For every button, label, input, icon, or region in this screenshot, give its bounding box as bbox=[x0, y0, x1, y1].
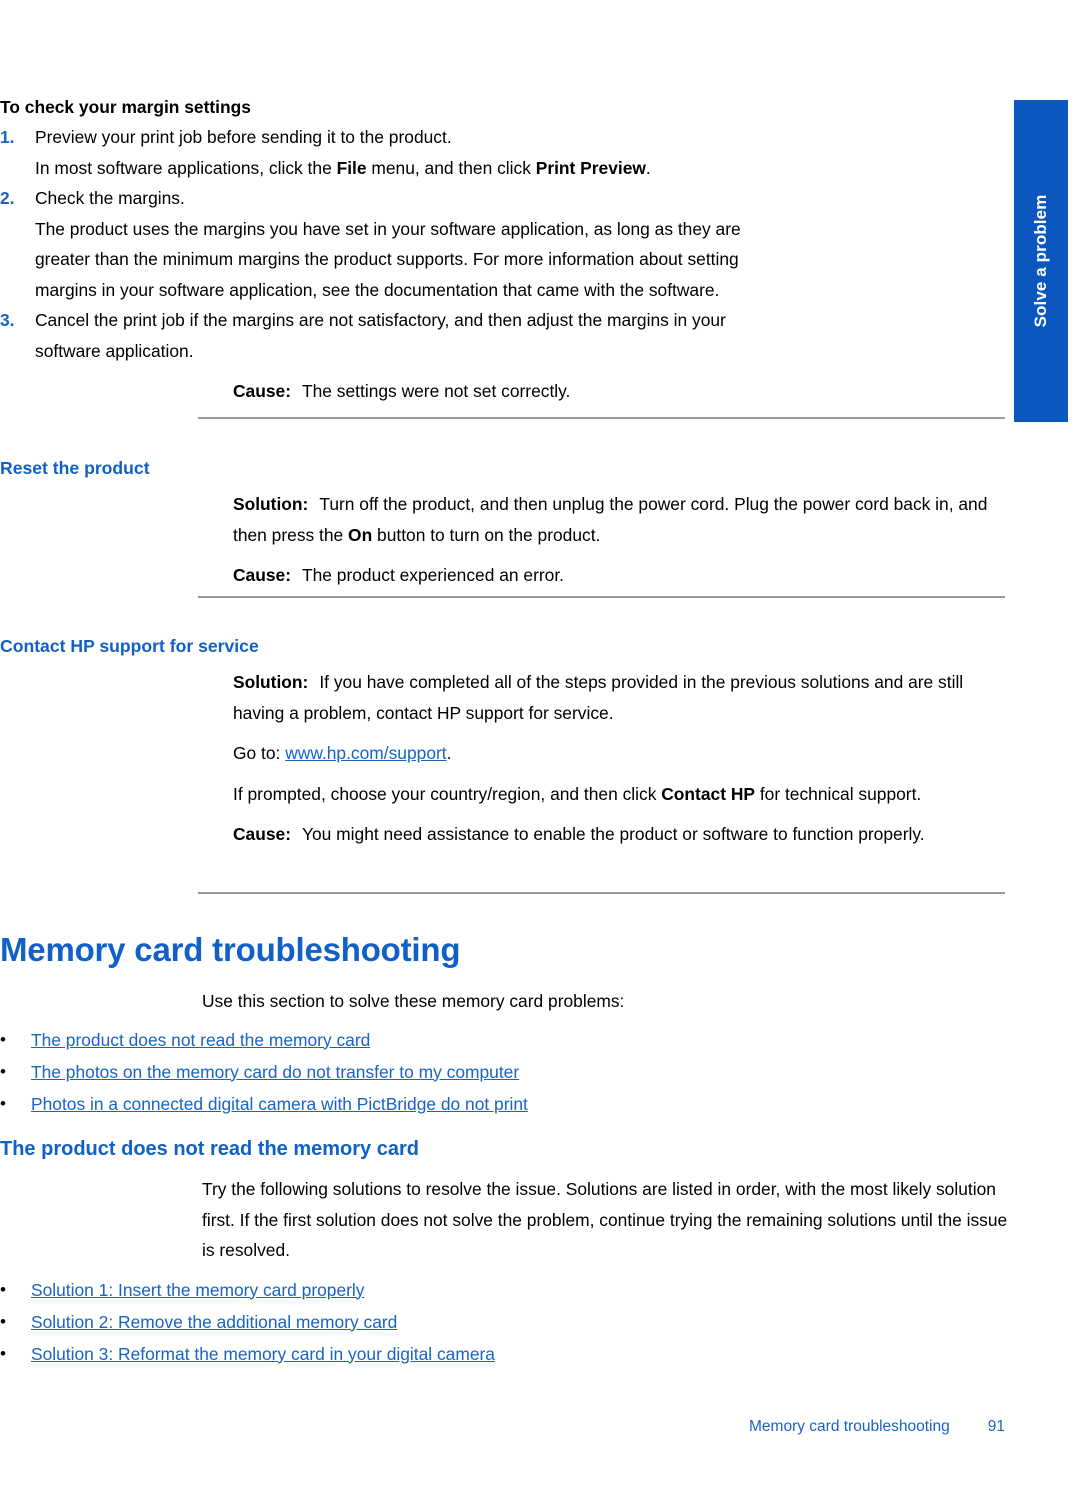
page-title: Memory card troubleshooting bbox=[0, 931, 461, 968]
xref-link[interactable]: Solution 1: Insert the memory card prope… bbox=[31, 1280, 364, 1300]
prompt-paragraph: If prompted, choose your country/region,… bbox=[233, 779, 1008, 810]
cause-label: Cause: bbox=[233, 381, 291, 401]
procedure-step: 3. Cancel the print job if the margins a… bbox=[0, 305, 775, 366]
bullet-icon: • bbox=[0, 1029, 6, 1049]
step-sentence: Check the margins. bbox=[35, 188, 185, 208]
solution-text: button to turn on the product. bbox=[372, 524, 601, 545]
contact-hp-section: Contact HP support for service Solution:… bbox=[0, 634, 1010, 850]
step-number: 1. bbox=[0, 127, 15, 147]
goto-suffix: . bbox=[446, 743, 452, 763]
hp-support-url-link[interactable]: www.hp.com/support bbox=[285, 743, 446, 763]
memory-card-link-list: • The product does not read the memory c… bbox=[0, 1025, 805, 1121]
solution-label: Solution: bbox=[233, 672, 309, 692]
solution-paragraph: Solution: If you have completed all of th… bbox=[233, 667, 1008, 728]
xref-link[interactable]: The photos on the memory card do not tra… bbox=[31, 1062, 519, 1082]
reset-product-section: Reset the product Solution: Turn off the … bbox=[0, 456, 1010, 591]
cause-paragraph: Cause: The product experienced an error. bbox=[233, 560, 1008, 591]
step-sentence: In most software applications, click the bbox=[35, 157, 337, 178]
document-page: Solve a problem To check your margin set… bbox=[0, 0, 1080, 1495]
cause-label: Cause: bbox=[233, 824, 291, 844]
step-sentence: Cancel the print job if the margins are … bbox=[35, 310, 726, 361]
side-thumb-tab: Solve a problem bbox=[1014, 100, 1068, 422]
solution-text: Turn off the product, and then unplug th… bbox=[233, 494, 988, 545]
cause-label: Cause: bbox=[233, 565, 291, 585]
step-number: 3. bbox=[0, 310, 15, 330]
procedure-step: 2. Check the margins. The product uses t… bbox=[0, 183, 775, 305]
list-item: • The photos on the memory card do not t… bbox=[0, 1057, 805, 1089]
step-sentence: The product uses the margins you have se… bbox=[35, 218, 741, 300]
procedure-title: To check your margin settings bbox=[0, 97, 251, 117]
step-sentence: menu, and then click bbox=[366, 157, 536, 178]
cause-paragraph: Cause: You might need assistance to enabl… bbox=[233, 819, 1008, 850]
solution-text: If you have completed all of the steps p… bbox=[233, 672, 964, 723]
solution-link-list: • Solution 1: Insert the memory card pro… bbox=[0, 1275, 805, 1371]
list-item: • Photos in a connected digital camera w… bbox=[0, 1089, 805, 1121]
solution-label: Solution: bbox=[233, 494, 309, 514]
subsection-heading: The product does not read the memory car… bbox=[0, 1138, 419, 1160]
reset-product-heading: Reset the product bbox=[0, 458, 150, 478]
list-item: • Solution 2: Remove the additional memo… bbox=[0, 1307, 805, 1339]
margin-settings-procedure: To check your margin settings 1. Preview… bbox=[0, 92, 1010, 407]
cause-text: The product experienced an error. bbox=[302, 565, 564, 585]
step-number: 2. bbox=[0, 188, 15, 208]
goto-prefix: Go to: bbox=[233, 743, 286, 763]
xref-link[interactable]: Photos in a connected digital camera wit… bbox=[31, 1094, 528, 1114]
emphasis-file-menu: File bbox=[336, 157, 367, 178]
list-item: • Solution 1: Insert the memory card pro… bbox=[0, 1275, 805, 1307]
prompt-text: If prompted, choose your country/region,… bbox=[233, 783, 662, 804]
section-divider bbox=[198, 417, 1005, 419]
memory-card-troubleshooting-section: Memory card troubleshooting Use this sec… bbox=[0, 930, 1010, 1121]
bullet-icon: • bbox=[0, 1279, 6, 1299]
product-does-not-read-section: The product does not read the memory car… bbox=[0, 1136, 1010, 1371]
prompt-text: for technical support. bbox=[754, 783, 922, 804]
step-text: In most software applications, click the… bbox=[35, 153, 775, 184]
solution-paragraph: Solution: Turn off the product, and then … bbox=[233, 489, 1008, 550]
list-item: • The product does not read the memory c… bbox=[0, 1025, 805, 1057]
memory-card-intro: Use this section to solve these memory c… bbox=[202, 991, 625, 1011]
xref-link[interactable]: The product does not read the memory car… bbox=[31, 1030, 370, 1050]
step-text: The product uses the margins you have se… bbox=[35, 214, 775, 306]
cause-text: You might need assistance to enable the … bbox=[302, 824, 925, 844]
section-divider bbox=[198, 892, 1005, 894]
cause-text: The settings were not set correctly. bbox=[302, 381, 571, 401]
side-thumb-tab-label: Solve a problem bbox=[1031, 194, 1050, 328]
page-footer: Memory card troubleshooting 91 bbox=[0, 1418, 1010, 1436]
goto-url-paragraph: Go to: www.hp.com/support. bbox=[233, 738, 1008, 769]
emphasis-contact-hp: Contact HP bbox=[661, 783, 755, 804]
section-divider bbox=[198, 596, 1005, 598]
footer-page-number: 91 bbox=[987, 1418, 1005, 1435]
step-text: Check the margins. bbox=[35, 183, 775, 214]
step-sentence: Preview your print job before sending it… bbox=[35, 127, 452, 147]
bullet-icon: • bbox=[0, 1093, 6, 1113]
footer-section-title: Memory card troubleshooting bbox=[749, 1418, 950, 1435]
xref-link[interactable]: Solution 3: Reformat the memory card in … bbox=[31, 1344, 495, 1364]
contact-hp-heading: Contact HP support for service bbox=[0, 636, 259, 656]
step-text: Cancel the print job if the margins are … bbox=[35, 305, 775, 366]
list-item: • Solution 3: Reformat the memory card i… bbox=[0, 1339, 805, 1371]
procedure-step: 1. Preview your print job before sending… bbox=[0, 122, 775, 183]
bullet-icon: • bbox=[0, 1061, 6, 1081]
subsection-intro: Try the following solutions to resolve t… bbox=[202, 1179, 1008, 1260]
procedure-step-list: 1. Preview your print job before sending… bbox=[0, 122, 775, 366]
xref-link[interactable]: Solution 2: Remove the additional memory… bbox=[31, 1312, 397, 1332]
bullet-icon: • bbox=[0, 1311, 6, 1331]
cause-paragraph: Cause: The settings were not set correctl… bbox=[233, 376, 1008, 407]
step-sentence: . bbox=[645, 157, 651, 178]
emphasis-print-preview: Print Preview bbox=[535, 157, 646, 178]
emphasis-on-button: On bbox=[348, 524, 373, 545]
step-text: Preview your print job before sending it… bbox=[35, 122, 775, 153]
bullet-icon: • bbox=[0, 1343, 6, 1363]
